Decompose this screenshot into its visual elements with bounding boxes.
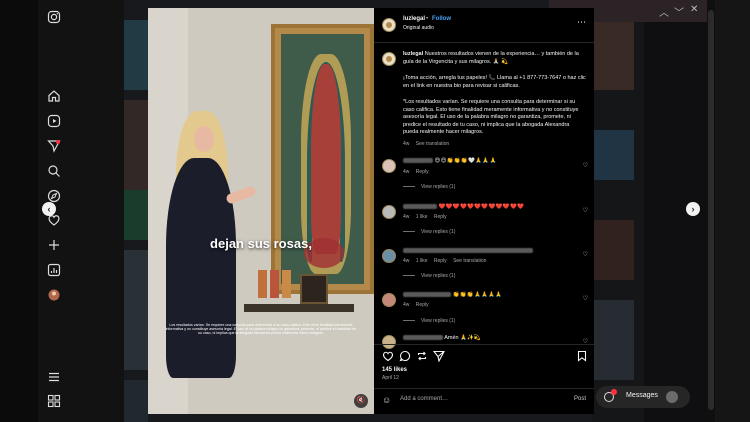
view-replies-button[interactable]: View replies (1) bbox=[421, 184, 455, 190]
post-comment-button[interactable]: Post bbox=[574, 396, 586, 404]
heart-icon[interactable] bbox=[382, 350, 394, 362]
small-frame bbox=[300, 274, 328, 304]
view-replies-button[interactable]: View replies (1) bbox=[421, 318, 455, 324]
instagram-post-modal: ︿ ﹀ ✕ dejan sus rosas, Los resultados va… bbox=[0, 0, 750, 422]
comment-row: 👏👏👏🙏🙏🙏🙏 bbox=[403, 292, 503, 300]
comment-text: ❤️❤️❤️❤️❤️❤️❤️❤️❤️❤️❤️❤️ bbox=[438, 204, 525, 210]
blurred-username bbox=[403, 335, 443, 341]
candle bbox=[258, 270, 267, 298]
candle bbox=[282, 270, 291, 298]
comment-row bbox=[403, 248, 533, 256]
mute-icon[interactable]: 🔇 bbox=[354, 394, 368, 408]
see-translation-link[interactable]: See translation bbox=[416, 141, 449, 147]
comment-time: 4w bbox=[403, 169, 410, 175]
comment-time: 4w bbox=[403, 302, 410, 308]
comment-row: ❤️❤️❤️❤️❤️❤️❤️❤️❤️❤️❤️❤️ bbox=[403, 204, 524, 212]
emoji-icon[interactable]: ☺ bbox=[382, 395, 391, 405]
comment-text: Amén 🙏✨💫 bbox=[444, 335, 481, 341]
comment-like-icon[interactable]: ♡ bbox=[583, 162, 588, 169]
create-icon[interactable] bbox=[47, 238, 61, 252]
comment-like-icon[interactable]: ♡ bbox=[583, 295, 588, 302]
send-icon[interactable] bbox=[433, 350, 445, 362]
reply-button[interactable]: Reply bbox=[416, 302, 429, 308]
messages-button[interactable]: Messages bbox=[596, 386, 690, 408]
follow-button[interactable]: Follow bbox=[432, 16, 451, 24]
comment-text: 😍😍👏👏👏🤍🙏🙏🙏 bbox=[434, 158, 497, 164]
view-replies-button[interactable]: View replies (1) bbox=[421, 229, 455, 235]
close-icon[interactable]: ✕ bbox=[690, 4, 698, 15]
avatar bbox=[666, 391, 678, 403]
left-nav-edge bbox=[0, 0, 38, 422]
blurred-username bbox=[403, 158, 433, 164]
scrollbar-thumb[interactable] bbox=[708, 10, 714, 410]
blurred-comment-text bbox=[403, 248, 533, 254]
caption-username[interactable]: luzlegal bbox=[403, 51, 423, 57]
audio-label[interactable]: Original audio bbox=[403, 25, 434, 33]
messages-label: Messages bbox=[626, 392, 658, 399]
instagram-logo-icon[interactable] bbox=[47, 10, 61, 24]
comment-avatar[interactable] bbox=[382, 159, 396, 173]
comment-avatar[interactable] bbox=[382, 249, 396, 263]
also-from-meta-icon[interactable] bbox=[47, 394, 61, 408]
chevron-left-icon[interactable]: ‹ bbox=[42, 202, 56, 216]
repost-icon[interactable] bbox=[416, 350, 428, 362]
post-date: April 12 bbox=[382, 375, 399, 381]
post-video[interactable]: dejan sus rosas, Los resultados varían. … bbox=[148, 8, 374, 414]
author-avatar[interactable] bbox=[382, 18, 396, 32]
more-icon[interactable]: ⋯ bbox=[577, 18, 586, 27]
unread-badge bbox=[611, 389, 617, 395]
caption-text-3: *Los resultados varían. Se requiere una … bbox=[403, 99, 579, 136]
see-translation-link[interactable]: See translation bbox=[453, 258, 486, 264]
blurred-username bbox=[403, 292, 451, 298]
comment-avatar[interactable] bbox=[382, 335, 396, 349]
chevron-down-icon[interactable]: ﹀ bbox=[674, 4, 684, 19]
comment-avatar[interactable] bbox=[382, 205, 396, 219]
view-replies-button[interactable]: View replies (1) bbox=[421, 273, 455, 279]
comment-row: Amén 🙏✨💫 bbox=[403, 335, 481, 343]
post-details-panel: luzlegal • Follow Original audio ⋯ luzle… bbox=[374, 8, 594, 414]
reply-button[interactable]: Reply bbox=[434, 258, 447, 264]
blurred-username bbox=[403, 204, 437, 210]
caption-text-2: ¡Toma acción, arregla tus papeles! 📞 Lla… bbox=[403, 75, 586, 89]
caption-text-1: Nuestros resultados vienen de la experie… bbox=[403, 51, 579, 65]
post-caption: luzlegal Nuestros resultados vienen de l… bbox=[403, 51, 586, 66]
comment-avatar[interactable] bbox=[382, 293, 396, 307]
chevron-right-icon[interactable]: › bbox=[686, 202, 700, 216]
video-caption: dejan sus rosas, bbox=[210, 236, 312, 251]
search-icon[interactable] bbox=[47, 164, 61, 178]
comment-input[interactable]: Add a comment… bbox=[400, 396, 448, 404]
comment-row: 😍😍👏👏👏🤍🙏🙏🙏 bbox=[403, 158, 497, 166]
profile-avatar[interactable] bbox=[47, 288, 61, 302]
comment-icon[interactable] bbox=[399, 350, 411, 362]
reply-button[interactable]: Reply bbox=[434, 214, 447, 220]
comment-like-icon[interactable]: ♡ bbox=[583, 251, 588, 258]
comment-like-icon[interactable]: ♡ bbox=[583, 207, 588, 214]
author-username[interactable]: luzlegal bbox=[403, 16, 425, 24]
reels-icon[interactable] bbox=[47, 114, 61, 128]
menu-icon[interactable] bbox=[47, 370, 61, 384]
caption-avatar[interactable] bbox=[382, 52, 396, 66]
comment-time: 4w bbox=[403, 214, 410, 220]
side-table bbox=[244, 304, 354, 312]
home-icon[interactable] bbox=[47, 89, 61, 103]
explore-icon[interactable] bbox=[47, 189, 61, 203]
video-disclaimer: Los resultados varían. Se requiere una c… bbox=[165, 323, 357, 336]
chevron-up-icon[interactable]: ︿ bbox=[659, 4, 669, 19]
reply-button[interactable]: Reply bbox=[416, 169, 429, 175]
caption-time: 4w bbox=[403, 141, 410, 147]
comment-text: 👏👏👏🙏🙏🙏🙏 bbox=[452, 292, 503, 298]
comment-likes[interactable]: 1 like bbox=[416, 214, 428, 220]
likes-count[interactable]: 145 likes bbox=[382, 367, 407, 375]
bookmark-icon[interactable] bbox=[576, 350, 588, 362]
candle bbox=[270, 270, 279, 298]
comment-time: 4w bbox=[403, 258, 410, 264]
comment-likes[interactable]: 1 like bbox=[416, 258, 428, 264]
direct-icon[interactable] bbox=[47, 139, 61, 153]
dashboard-icon[interactable] bbox=[47, 263, 61, 277]
